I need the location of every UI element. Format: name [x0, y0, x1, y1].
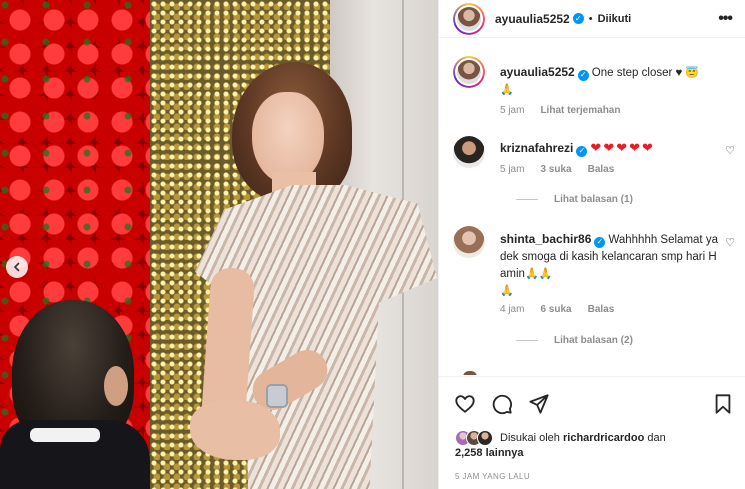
caption-time[interactable]: 5 jam — [500, 105, 524, 116]
folded-hands-emoji: 🙏 — [500, 285, 514, 297]
caption-username[interactable]: ayuaulia5252 — [500, 65, 575, 79]
like-comment-heart-icon[interactable]: ♡ — [725, 236, 735, 249]
verified-badge-icon: ✓ — [576, 145, 588, 157]
see-translation-button[interactable]: Lihat terjemahan — [540, 105, 620, 116]
commenter-username[interactable]: shinta_bachir86 — [500, 232, 591, 246]
post-action-bar: Disukai oleh richardricardoo dan 2,258 l… — [439, 376, 745, 489]
man-ear — [104, 366, 128, 406]
folded-hands-emoji: 🙏🙏 — [524, 268, 553, 280]
comment-likes[interactable]: 6 suka — [540, 304, 571, 315]
folded-hands-emoji: 🙏 — [500, 84, 514, 96]
man-shirt-collar — [30, 428, 100, 442]
share-send-icon[interactable] — [528, 393, 550, 415]
author-avatar[interactable] — [453, 2, 485, 35]
verified-badge-icon: ✓ — [577, 69, 589, 81]
likes-text: Disukai oleh richardricardoo dan — [500, 430, 666, 446]
comment-meta: 5 jam 3 suka Balas — [500, 164, 614, 175]
caption-item: ayuaulia5252 ✓ One step closer ♥ 😇 🙏 5 ja… — [453, 56, 743, 136]
commenter-username[interactable]: kriznafahrezi — [500, 141, 573, 155]
likes-conjunction: dan — [647, 432, 666, 444]
follow-status-button[interactable]: Diikuti — [598, 13, 632, 25]
comment-bubble-icon[interactable] — [491, 393, 513, 415]
heart-emojis: ❤❤❤❤❤ — [590, 140, 655, 155]
caption-avatar[interactable] — [453, 56, 485, 88]
reply-button[interactable]: Balas — [588, 304, 615, 315]
more-horizontal-icon[interactable]: ••• — [718, 10, 733, 28]
likes-count[interactable]: 2,258 lainnya — [455, 447, 524, 459]
post-side-panel: ayuaulia5252 ✓ • Diikuti ••• ayuaulia525… — [438, 0, 745, 489]
comment-item: kriznafahrezi ✓ ❤❤❤❤❤ 5 jam 3 suka Balas … — [453, 136, 743, 216]
chevron-left-icon — [13, 262, 20, 272]
post-timestamp[interactable]: 5 JAM YANG LALU — [455, 472, 530, 481]
smiling-halo-emoji: 😇 — [685, 67, 700, 79]
comment-item: shinta_bachir86 ✓ Wahhhhh Selamat ya dek … — [453, 226, 743, 375]
comment-likes[interactable]: 3 suka — [540, 164, 571, 175]
view-replies-label: Lihat balasan (2) — [554, 335, 633, 346]
post-photo[interactable] — [0, 0, 438, 489]
view-replies-button[interactable]: Lihat balasan (2) — [516, 335, 633, 346]
like-comment-heart-icon[interactable]: ♡ — [725, 144, 735, 157]
verified-badge-icon: ✓ — [572, 13, 584, 24]
commenter-avatar[interactable] — [453, 226, 485, 258]
comment-meta: 4 jam 6 suka Balas — [500, 304, 614, 315]
comments-list[interactable]: ayuaulia5252 ✓ One step closer ♥ 😇 🙏 5 ja… — [439, 39, 745, 375]
separator-dot: • — [588, 12, 593, 25]
next-commenter-avatar — [463, 371, 477, 375]
commenter-avatar[interactable] — [453, 136, 485, 168]
replies-line — [516, 340, 538, 341]
liked-by-label: Disukai oleh — [500, 432, 560, 444]
liker-avatar — [477, 430, 493, 446]
woman-face — [252, 92, 324, 184]
post-header: ayuaulia5252 ✓ • Diikuti ••• — [439, 0, 745, 38]
caption-text: One step closer ♥ — [591, 67, 683, 79]
comment-time[interactable]: 5 jam — [500, 164, 524, 175]
view-replies-label: Lihat balasan (1) — [554, 194, 633, 205]
woman-hands — [190, 400, 280, 460]
liked-by-username[interactable]: richardricardoo — [563, 432, 644, 444]
likes-summary: Disukai oleh richardricardoo dan — [455, 430, 666, 446]
view-replies-button[interactable]: Lihat balasan (1) — [516, 194, 633, 205]
author-username[interactable]: ayuaulia5252 — [495, 12, 570, 26]
bookmark-save-icon[interactable] — [712, 393, 734, 415]
reply-button[interactable]: Balas — [588, 164, 615, 175]
verified-badge-icon: ✓ — [594, 236, 606, 248]
wrist-watch — [266, 384, 288, 408]
comment-time[interactable]: 4 jam — [500, 304, 524, 315]
caption-meta: 5 jam Lihat terjemahan — [500, 105, 620, 116]
like-heart-icon[interactable] — [454, 393, 476, 415]
previous-photo-button[interactable] — [6, 256, 28, 278]
replies-line — [516, 199, 538, 200]
